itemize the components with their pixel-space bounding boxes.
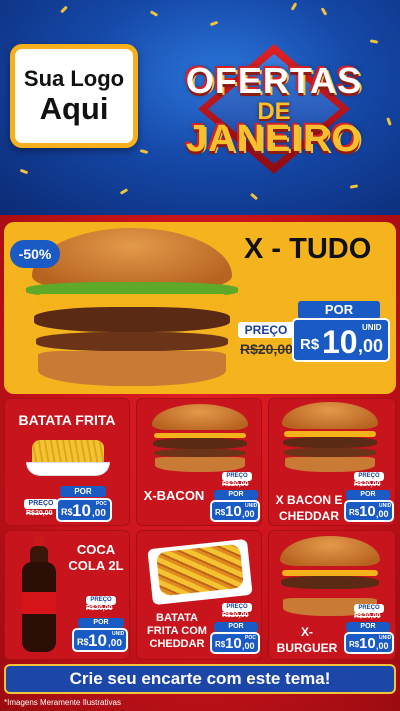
price-dec: ,00 [376,641,389,651]
price-box: R$ 10 ,00 UNID [292,318,390,362]
product-name: X-BURGUER [276,625,338,655]
price-box: R$ 10 ,00 UNID [72,628,128,652]
por-label: POR [78,618,124,628]
currency: R$ [215,640,226,649]
price-int: 10 [359,635,376,652]
burger-illustration [26,228,238,386]
disclaimer-text: *Imagens Meramente Ilustrativas [4,698,121,707]
price-unit: UNID [362,323,382,332]
por-label: POR [346,622,390,632]
price-unit: POC [245,635,256,641]
price-int: 10 [88,631,107,650]
por-label: POR [346,490,390,500]
title-ofertas: OFERTAS [185,60,363,101]
currency: R$ [61,507,73,517]
logo-text-line1: Sua Logo [23,66,125,91]
preco-label: PREÇO [86,596,116,605]
burger-illustration [282,402,378,472]
product-name: BATATA FRITA COM CHEDDAR [147,612,207,650]
price-box: R$ 10 ,00 UNID [344,500,394,522]
confetti [149,10,159,17]
confetti [349,184,359,189]
featured-title: X - TUDO [244,233,372,265]
por-label: POR [214,622,258,632]
confetti [119,188,129,195]
price-box: R$ 10 ,00 UNID [210,500,260,522]
confetti [139,149,149,154]
confetti [320,7,328,16]
logo-placeholder: Sua Logo Aqui [10,44,138,148]
price-unit: UNID [379,503,392,509]
coca-cola-bottle-illustration [20,536,58,652]
currency: R$ [77,637,89,647]
preco-label: PREÇO [222,603,252,612]
old-price: R$20,00 [222,481,249,488]
header-banner: Sua Logo Aqui OFERTAS DE JANEIRO [0,0,400,215]
preco-label: PREÇO [354,472,384,481]
price-dec: ,00 [242,641,255,651]
confetti [19,168,29,175]
fries-cheddar-illustration [147,538,253,606]
old-price: R$20,00 [222,612,249,619]
product-name: X-BACON [143,488,205,503]
price-int: 10 [225,635,242,652]
burger-illustration [152,404,248,472]
product-name: BATATA FRITA [18,412,116,428]
currency: R$ [349,640,360,649]
price-int: 10 [322,324,358,360]
price-dec: ,00 [92,508,106,519]
discount-badge: -50% [10,240,60,268]
currency: R$ [215,508,226,517]
confetti [249,192,259,201]
price-unit: UNID [379,635,392,641]
price-int: 10 [72,501,91,520]
title-janeiro: JANEIRO [186,118,362,160]
offer-badge: OFERTAS DE JANEIRO [158,40,390,178]
cta-banner[interactable]: Crie seu encarte com este tema! [4,664,396,694]
preco-label: PREÇO [222,472,252,481]
old-price: R$20,00 [240,341,293,357]
price-int: 10 [359,503,376,520]
confetti [60,5,68,14]
old-price: R$20,00 [26,510,53,517]
price-unit: POC [96,501,107,507]
currency: R$ [300,336,320,353]
price-dec: ,00 [242,509,255,519]
preco-label: PREÇO [24,499,58,509]
price-unit: UNID [245,503,258,509]
price-dec: ,00 [358,336,384,356]
confetti [209,20,219,27]
product-name: X BACON E CHEDDAR [275,493,343,523]
old-price: R$20,00 [354,613,381,620]
product-name: COCA COLA 2L [68,542,124,573]
price-dec: ,00 [108,638,122,649]
price-box: R$ 10 ,00 POC [56,498,112,522]
preco-label: PREÇO [238,322,294,338]
price-box: R$ 10 ,00 POC [210,632,260,654]
price-box: R$ 10 ,00 UNID [344,632,394,654]
old-price: R$20,00 [86,605,113,612]
old-price: R$20,00 [354,481,381,488]
logo-text-line2: Aqui [39,91,109,126]
por-label: POR [298,301,380,319]
confetti [290,2,298,11]
por-label: POR [214,490,258,500]
price-dec: ,00 [376,509,389,519]
fries-illustration [26,440,110,476]
preco-label: PREÇO [354,604,384,613]
por-label: POR [60,486,106,497]
currency: R$ [349,508,360,517]
price-int: 10 [225,503,242,520]
price-unit: UNID [112,631,125,637]
